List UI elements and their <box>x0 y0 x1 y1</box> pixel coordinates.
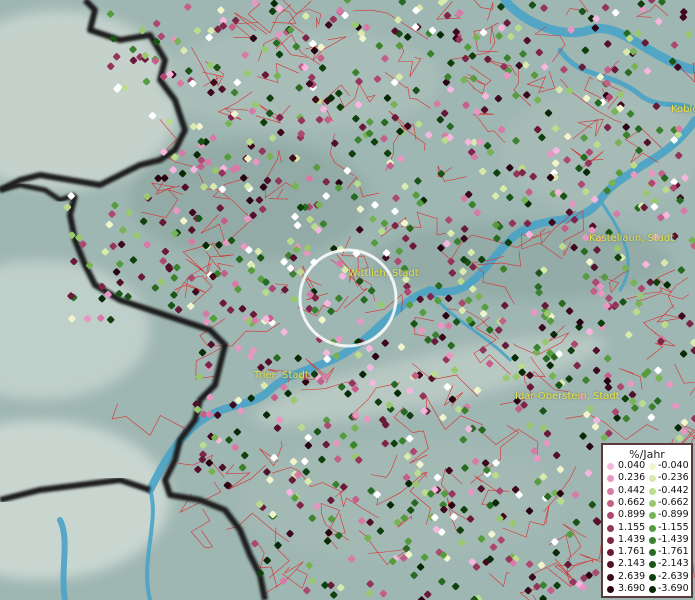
legend-row: 0.662 -0.662 <box>606 496 692 509</box>
map-view[interactable]: Koble Wittlich, Stadt Kastellaun, Stadt … <box>0 0 695 600</box>
legend-swatch <box>607 512 614 520</box>
legend-label: 1.439 <box>618 533 646 545</box>
legend-label: -2.143 <box>658 558 689 570</box>
legend-label: -0.040 <box>658 460 689 471</box>
legend-label: -0.899 <box>658 509 689 521</box>
place-label: Kastellaun, Stadt <box>589 233 675 244</box>
legend-label: -1.761 <box>658 546 689 558</box>
legend-label: -3.690 <box>658 583 689 594</box>
legend-label: 0.236 <box>618 472 646 484</box>
place-label: Wittlich, Stadt <box>348 268 419 279</box>
legend-swatch <box>607 549 614 557</box>
legend-row: 2.143 -2.143 <box>606 558 692 570</box>
legend-label: -2.639 <box>658 570 689 582</box>
legend-swatch <box>649 561 656 569</box>
legend-swatch <box>607 487 614 495</box>
legend-label: 0.662 <box>618 496 646 508</box>
map-canvas[interactable] <box>0 0 695 600</box>
place-label: Trier, Stadt <box>254 370 309 381</box>
legend: %/Jahr 0.040 -0.040 0.236 -0.236 0.442 -0.442… <box>601 443 693 598</box>
legend-label: -0.236 <box>658 472 689 484</box>
legend-row: 1.155 -1.155 <box>606 521 692 534</box>
legend-label: -0.662 <box>658 496 689 508</box>
legend-swatch <box>649 573 656 581</box>
legend-swatch <box>649 512 656 520</box>
legend-row: 0.236 -0.236 <box>606 472 692 484</box>
legend-swatch <box>649 586 656 593</box>
legend-label: 0.899 <box>618 509 646 521</box>
legend-swatch <box>607 475 614 483</box>
legend-swatch <box>649 536 656 544</box>
legend-label: -1.155 <box>658 521 689 533</box>
legend-row: 1.439 -1.439 <box>606 533 692 546</box>
legend-label: 2.639 <box>618 570 646 582</box>
legend-label: 1.761 <box>618 546 646 558</box>
legend-row: 0.442 -0.442 <box>606 484 692 497</box>
legend-swatch <box>649 487 656 495</box>
legend-swatch <box>607 499 614 507</box>
legend-swatch <box>607 586 614 593</box>
legend-swatch <box>649 549 656 557</box>
legend-swatch <box>607 573 614 581</box>
legend-label: 0.040 <box>618 460 646 471</box>
legend-swatch <box>649 524 656 532</box>
legend-row: 3.690 -3.690 <box>606 583 692 595</box>
legend-swatch <box>649 499 656 507</box>
legend-label: -1.439 <box>658 533 689 545</box>
legend-label: -0.442 <box>658 484 689 496</box>
place-label: Idar-Oberstein, Stadt <box>515 391 620 402</box>
legend-swatch <box>649 463 656 470</box>
legend-row: 2.639 -2.639 <box>606 570 692 583</box>
legend-label: 3.690 <box>618 583 646 594</box>
place-label: Koble <box>671 104 695 115</box>
legend-swatch <box>607 561 614 569</box>
legend-row: 0.040 -0.040 <box>606 460 692 472</box>
legend-swatch <box>607 524 614 532</box>
legend-swatch <box>607 536 614 544</box>
legend-label: 1.155 <box>618 521 646 533</box>
legend-row: 0.899 -0.899 <box>606 509 692 521</box>
legend-row: 1.761 -1.761 <box>606 546 692 558</box>
legend-swatch <box>649 475 656 483</box>
legend-label: 0.442 <box>618 484 646 496</box>
legend-swatch <box>607 463 614 470</box>
legend-label: 2.143 <box>618 558 646 570</box>
